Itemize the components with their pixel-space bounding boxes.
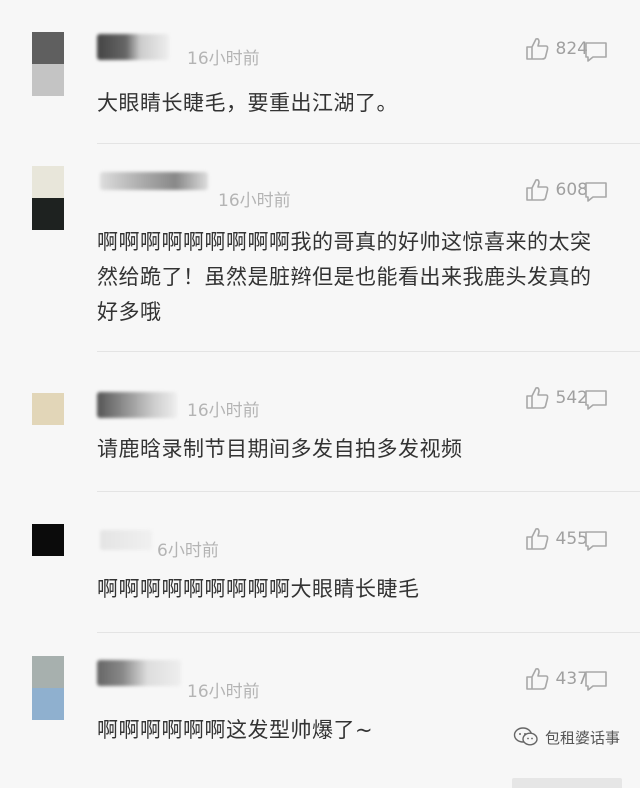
like-button[interactable]: 455 bbox=[524, 526, 588, 552]
avatar[interactable] bbox=[32, 32, 64, 96]
bottom-bar bbox=[512, 778, 622, 788]
reply-icon[interactable] bbox=[584, 530, 608, 552]
comment-time: 16小时前 bbox=[187, 682, 260, 702]
avatar[interactable] bbox=[32, 524, 64, 556]
avatar-bottom-block bbox=[32, 64, 64, 96]
like-button[interactable]: 824 bbox=[524, 36, 588, 62]
divider bbox=[97, 491, 640, 492]
like-button[interactable]: 608 bbox=[524, 177, 588, 203]
reply-icon[interactable] bbox=[584, 389, 608, 411]
avatar[interactable] bbox=[32, 393, 64, 425]
username-redacted[interactable] bbox=[100, 172, 208, 190]
comment-time: 16小时前 bbox=[187, 401, 260, 421]
username-redacted[interactable] bbox=[97, 392, 177, 418]
divider bbox=[97, 143, 640, 144]
comment-time: 6小时前 bbox=[157, 541, 219, 561]
watermark-text: 包租婆话事 bbox=[544, 728, 620, 747]
comment-text: 大眼睛长睫毛，要重出江湖了。 bbox=[97, 91, 398, 115]
avatar-top-block bbox=[32, 166, 64, 198]
comment-time: 16小时前 bbox=[187, 49, 260, 69]
comment-text: 请鹿晗录制节目期间多发自拍多发视频 bbox=[97, 437, 463, 461]
wechat-icon bbox=[513, 727, 538, 746]
thumbs-up-icon bbox=[525, 668, 548, 690]
watermark: 包租婆话事 bbox=[513, 726, 620, 748]
avatar[interactable] bbox=[32, 656, 64, 720]
avatar-top-block bbox=[32, 656, 64, 688]
avatar-bottom-block bbox=[32, 688, 64, 720]
thumbs-up-icon bbox=[525, 38, 548, 60]
thumbs-up-icon bbox=[525, 179, 548, 201]
comment-text: 啊啊啊啊啊啊啊啊啊我的哥真的好帅这惊喜来的太突然给跪了！虽然是脏辫但是也能看出来… bbox=[97, 230, 592, 324]
like-button[interactable]: 437 bbox=[524, 666, 588, 692]
avatar-top-block bbox=[32, 32, 64, 64]
username-redacted[interactable] bbox=[97, 660, 181, 686]
reply-icon[interactable] bbox=[584, 670, 608, 692]
divider bbox=[97, 351, 640, 352]
comment-time: 16小时前 bbox=[218, 191, 291, 211]
comment-text: 啊啊啊啊啊啊啊啊啊大眼睛长睫毛 bbox=[97, 577, 420, 601]
avatar-block bbox=[32, 524, 64, 556]
reply-icon[interactable] bbox=[584, 41, 608, 63]
username-redacted[interactable] bbox=[97, 34, 169, 60]
thumbs-up-icon bbox=[525, 387, 548, 409]
divider bbox=[97, 632, 640, 633]
avatar[interactable] bbox=[32, 166, 64, 230]
reply-icon[interactable] bbox=[584, 181, 608, 203]
thumbs-up-icon bbox=[525, 528, 548, 550]
like-button[interactable]: 542 bbox=[524, 385, 588, 411]
username-redacted[interactable] bbox=[100, 530, 152, 550]
avatar-bottom-block bbox=[32, 198, 64, 230]
avatar-block bbox=[32, 393, 64, 425]
